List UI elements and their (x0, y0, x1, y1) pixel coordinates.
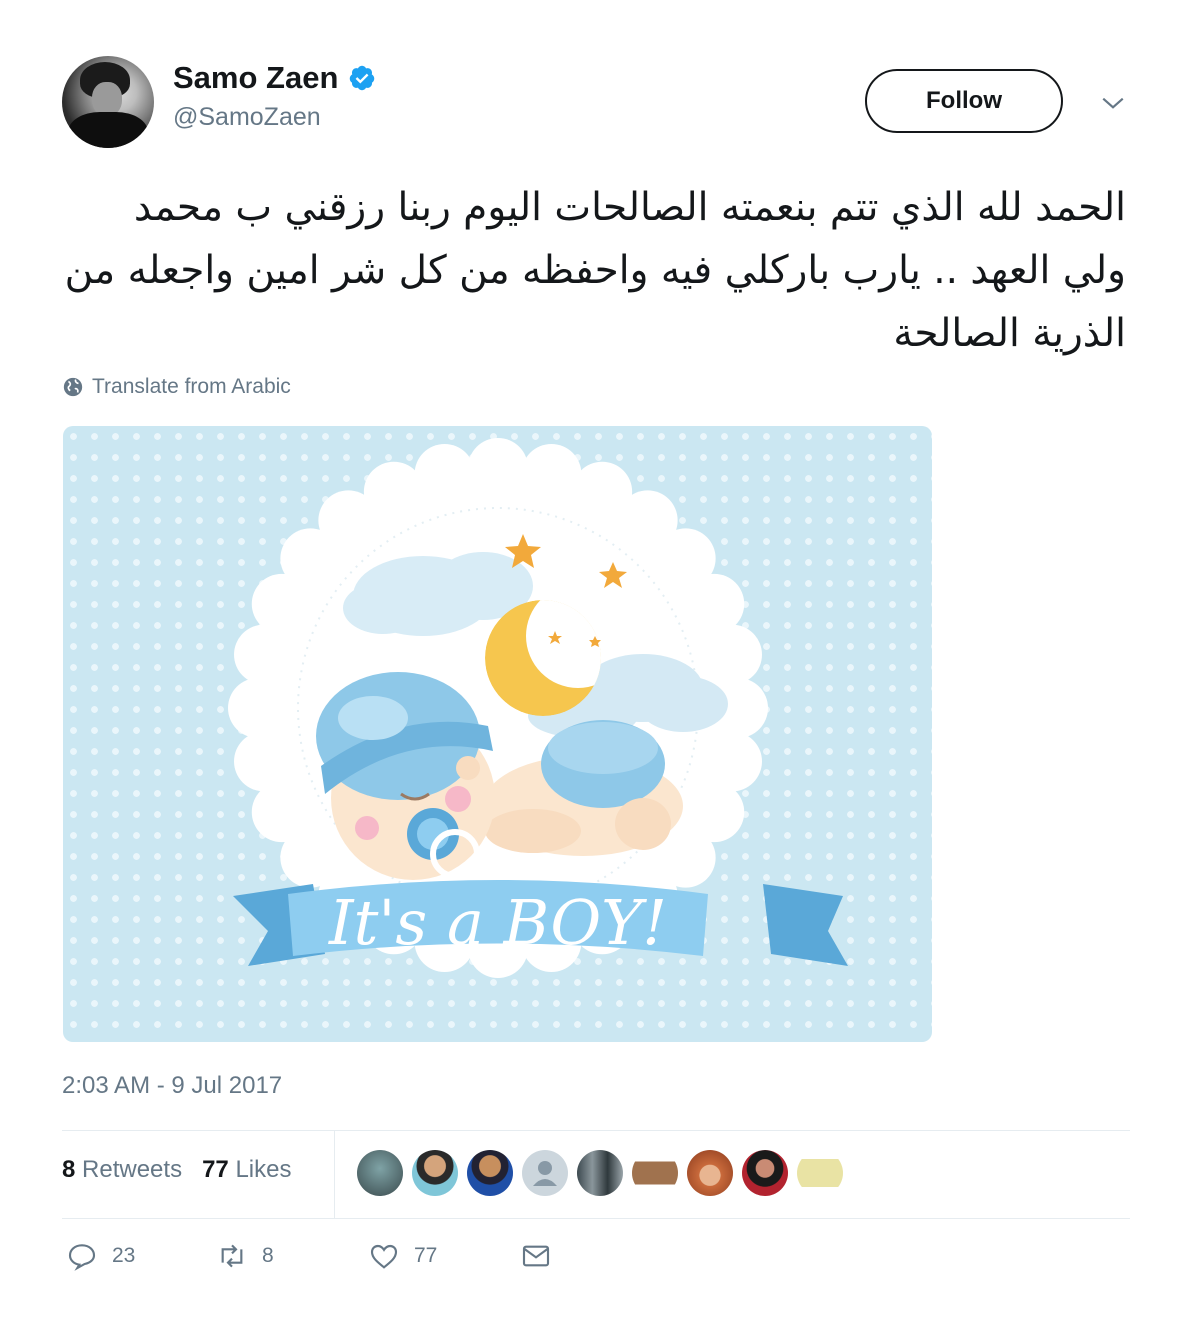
translate-label[interactable]: Translate from Arabic (92, 375, 291, 399)
verified-badge-icon (350, 65, 375, 91)
liker-avatar[interactable] (522, 1150, 568, 1196)
chevron-down-icon[interactable] (1100, 90, 1126, 116)
heart-icon (370, 1244, 398, 1269)
engagement-stats: 8 Retweets 77 Likes (62, 1156, 291, 1184)
liker-avatar[interactable] (412, 1150, 458, 1196)
tweet-image[interactable]: It's a BOY! (63, 426, 932, 1042)
liker-avatar[interactable] (687, 1150, 733, 1196)
direct-message-button[interactable] (520, 1240, 552, 1272)
liker-avatar[interactable] (357, 1150, 403, 1196)
retweet-icon (221, 1244, 243, 1268)
likes-stat[interactable]: 77 Likes (202, 1156, 291, 1184)
tweet-text: الحمد لله الذي تتم بنعمته الصالحات اليوم… (64, 185, 1126, 356)
envelope-icon (522, 1245, 550, 1267)
liker-avatar[interactable] (797, 1150, 843, 1196)
reply-button[interactable]: 23 (66, 1240, 216, 1272)
banner-text: It's a BOY! (328, 886, 667, 959)
globe-icon (63, 377, 83, 397)
follow-button[interactable]: Follow (865, 69, 1063, 133)
user-handle[interactable]: @SamoZaen (173, 103, 321, 132)
reply-count: 23 (112, 1244, 136, 1267)
divider-bottom (62, 1218, 1130, 1219)
baby-illustration: It's a BOY! (228, 438, 848, 978)
default-profile-icon (533, 1161, 557, 1186)
avatar[interactable] (62, 56, 154, 148)
retweets-stat[interactable]: 8 Retweets (62, 1156, 182, 1184)
like-button[interactable]: 77 (368, 1240, 520, 1272)
retweet-button[interactable]: 8 (216, 1240, 368, 1272)
display-name-text[interactable]: Samo Zaen (173, 60, 338, 96)
liker-avatar[interactable] (632, 1150, 678, 1196)
reply-icon (68, 1244, 96, 1271)
stats-separator (334, 1131, 335, 1219)
display-name[interactable]: Samo Zaen (173, 60, 376, 96)
liker-avatar[interactable] (577, 1150, 623, 1196)
liker-avatar[interactable] (742, 1150, 788, 1196)
action-bar: 23 8 77 (66, 1240, 552, 1272)
like-count: 77 (414, 1244, 438, 1267)
liker-avatar[interactable] (467, 1150, 513, 1196)
divider-top (62, 1130, 1130, 1131)
retweet-count: 8 (262, 1244, 274, 1267)
tweet-timestamp[interactable]: 2:03 AM - 9 Jul 2017 (62, 1072, 282, 1100)
translate-link[interactable]: Translate from Arabic (62, 375, 291, 399)
liker-avatars (357, 1150, 843, 1196)
